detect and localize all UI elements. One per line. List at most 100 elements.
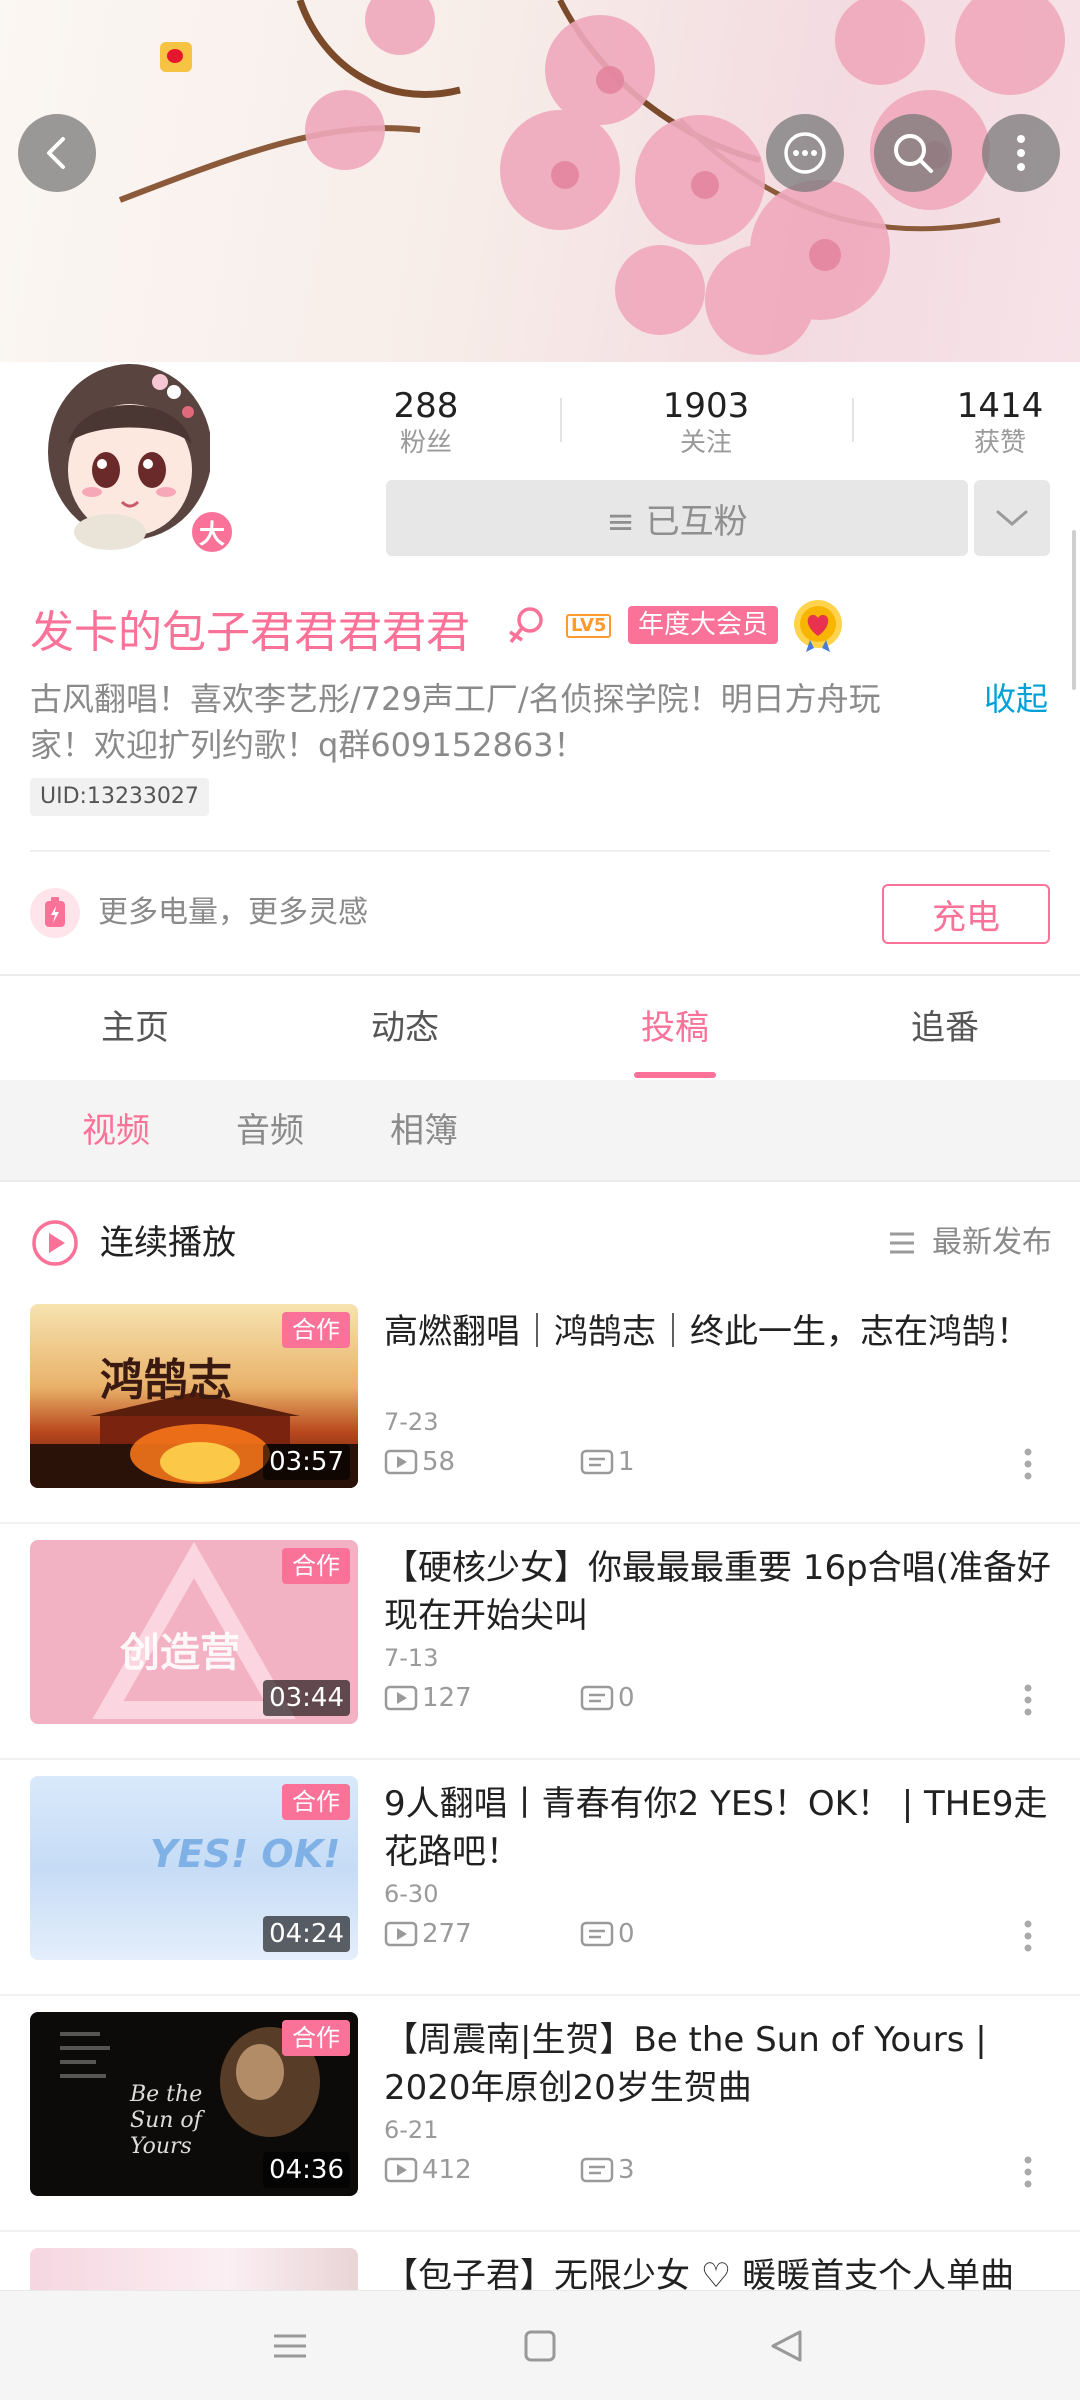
collab-badge: 合作 — [282, 1784, 350, 1820]
comment-count: 0 — [580, 1916, 635, 1952]
following-label: 关注 — [679, 428, 732, 458]
divider — [0, 1758, 1080, 1760]
play-count-icon — [384, 1921, 418, 1947]
username: 发卡的包子君君君君君 — [30, 607, 470, 658]
likes-label: 获赞 — [973, 428, 1026, 458]
more-vertical-icon[interactable] — [1020, 1680, 1036, 1720]
likes-stat[interactable]: 1414 获赞 — [950, 384, 1050, 458]
active-tab-indicator — [634, 1072, 716, 1078]
video-thumbnail[interactable]: 创造营 合作 03:44 — [30, 1540, 358, 1724]
video-title[interactable]: 9人翻唱丨青春有你2 YES！OK！ | THE9走花路吧！ — [384, 1780, 1054, 1876]
following-stat[interactable]: 1903 关注 — [646, 384, 766, 458]
collapse-bio-link[interactable]: 收起 — [984, 676, 1048, 722]
section-divider — [0, 974, 1080, 976]
avatar[interactable] — [40, 352, 212, 552]
back-nav-button[interactable] — [726, 2291, 846, 2401]
comment-icon — [580, 1685, 614, 1711]
video-title[interactable]: 【包子君】无限少女 ♡ 暖暖首支个人单曲 — [384, 2252, 1054, 2290]
list-sort-icon — [890, 1232, 914, 1254]
subtab-audio[interactable]: 音频 — [236, 1080, 304, 1182]
charge-button[interactable]: 充电 — [882, 884, 1050, 944]
chevron-down-icon — [996, 510, 1028, 526]
thumbnail-title-art: 鸿鹄志 — [100, 1355, 232, 1406]
comment-count: 3 — [580, 2152, 635, 2188]
sort-latest-button[interactable]: 最新发布 — [932, 1222, 1052, 1264]
level-badge: LV5 — [566, 614, 612, 638]
comment-count: 1 — [580, 1444, 635, 1480]
home-button[interactable] — [480, 2291, 600, 2401]
video-thumbnail[interactable]: Be the Sun of Yours 合作 04:36 — [30, 2012, 358, 2196]
video-title[interactable]: 【周震南|生贺】Be the Sun of Yours | 2020年原创20岁… — [384, 2016, 1054, 2112]
video-item[interactable]: Be the Sun of Yours 合作 04:36 【周震南|生贺】Be … — [0, 2012, 1080, 2248]
recent-apps-button[interactable] — [230, 2291, 350, 2401]
more-vertical-icon[interactable] — [1020, 2152, 1036, 2192]
more-vertical-icon[interactable] — [1020, 1916, 1036, 1956]
heart-medal-icon[interactable] — [792, 598, 844, 654]
charge-slogan: 更多电量，更多灵感 — [98, 895, 368, 930]
tab-uploads[interactable]: 投稿 — [540, 978, 810, 1078]
video-title[interactable]: 高燃翻唱｜鸿鹄志｜终此一生，志在鸿鹄！ — [384, 1308, 1054, 1356]
menu-icon — [274, 2334, 306, 2358]
tab-bangumi[interactable]: 追番 — [810, 978, 1080, 1078]
search-button[interactable] — [874, 114, 952, 192]
collab-badge: 合作 — [282, 2020, 350, 2056]
video-item[interactable]: 创造营 合作 03:44 【硬核少女】你最最最重要 16p合唱(准备好现在开始尖… — [0, 1540, 1080, 1776]
video-item[interactable]: 【包子君】无限少女 ♡ 暖暖首支个人单曲 — [0, 2248, 1080, 2290]
bio-text: 古风翻唱！喜欢李艺彤/729声工厂/名侦探学院！明日方舟玩家！欢迎扩列约歌！q群… — [30, 680, 881, 764]
divider — [0, 1994, 1080, 1996]
stat-divider — [852, 398, 854, 442]
triangle-back-icon — [771, 2330, 802, 2362]
message-button[interactable] — [766, 114, 844, 192]
comment-icon — [580, 1921, 614, 1947]
play-count-icon — [384, 1685, 418, 1711]
video-title[interactable]: 【硬核少女】你最最最重要 16p合唱(准备好现在开始尖叫 — [384, 1544, 1054, 1640]
back-button[interactable] — [18, 114, 96, 192]
tab-home[interactable]: 主页 — [0, 978, 270, 1078]
play-count-value: 412 — [422, 2155, 472, 2185]
comment-count-value: 0 — [618, 1683, 635, 1713]
tab-dynamics[interactable]: 动态 — [270, 978, 540, 1078]
collab-badge: 合作 — [282, 1312, 350, 1348]
continuous-play-button[interactable]: 连续播放 — [100, 1220, 236, 1266]
vip-tag[interactable]: 年度大会员 — [628, 606, 779, 644]
likes-count: 1414 — [956, 386, 1044, 426]
divider — [0, 1522, 1080, 1524]
following-count: 1903 — [662, 386, 750, 426]
video-thumbnail[interactable]: 鸿鹄志 合作 03:57 — [30, 1304, 358, 1488]
follow-dropdown-button[interactable] — [974, 480, 1050, 556]
fans-count: 288 — [393, 386, 459, 426]
fans-stat[interactable]: 288 粉丝 — [376, 384, 476, 458]
weibo-icon[interactable] — [160, 42, 192, 72]
play-count: 58 — [384, 1444, 455, 1480]
duration-label: 04:36 — [263, 2152, 350, 2188]
subtab-video[interactable]: 视频 — [82, 1080, 150, 1182]
video-date: 6-21 — [384, 2116, 439, 2144]
uid-label[interactable]: UID:13233027 — [30, 778, 209, 816]
play-count: 277 — [384, 1916, 472, 1952]
more-vertical-icon[interactable] — [1020, 1444, 1036, 1484]
duration-label: 03:44 — [263, 1680, 350, 1716]
video-item[interactable]: YES! OK! 合作 04:24 9人翻唱丨青春有你2 YES！OK！ | T… — [0, 1776, 1080, 2012]
stat-divider — [560, 398, 562, 442]
scrollbar[interactable] — [1072, 530, 1076, 690]
video-thumbnail[interactable]: YES! OK! 合作 04:24 — [30, 1776, 358, 1960]
duration-label: 03:57 — [263, 1444, 350, 1480]
play-count-icon — [384, 2157, 418, 2183]
duration-label: 04:24 — [263, 1916, 350, 1952]
play-count: 412 — [384, 2152, 472, 2188]
comment-count-value: 0 — [618, 1919, 635, 1949]
play-circle-icon[interactable] — [30, 1218, 80, 1268]
play-count-value: 127 — [422, 1683, 472, 1713]
vip-badge: 大 — [188, 508, 236, 556]
comment-icon — [580, 2157, 614, 2183]
comment-icon — [580, 1449, 614, 1475]
subtab-album[interactable]: 相簿 — [390, 1080, 458, 1182]
more-vertical-icon — [1017, 135, 1025, 171]
video-thumbnail[interactable] — [30, 2248, 358, 2290]
mutual-follow-button[interactable]: ≡ 已互粉 — [386, 480, 968, 556]
comment-count-value: 1 — [618, 1447, 635, 1477]
chevron-left-icon — [47, 137, 65, 169]
video-item[interactable]: 鸿鹄志 合作 03:57 高燃翻唱｜鸿鹄志｜终此一生，志在鸿鹄！ 7-23 58… — [0, 1304, 1080, 1540]
square-icon — [524, 2330, 556, 2362]
more-options-button[interactable] — [982, 114, 1060, 192]
